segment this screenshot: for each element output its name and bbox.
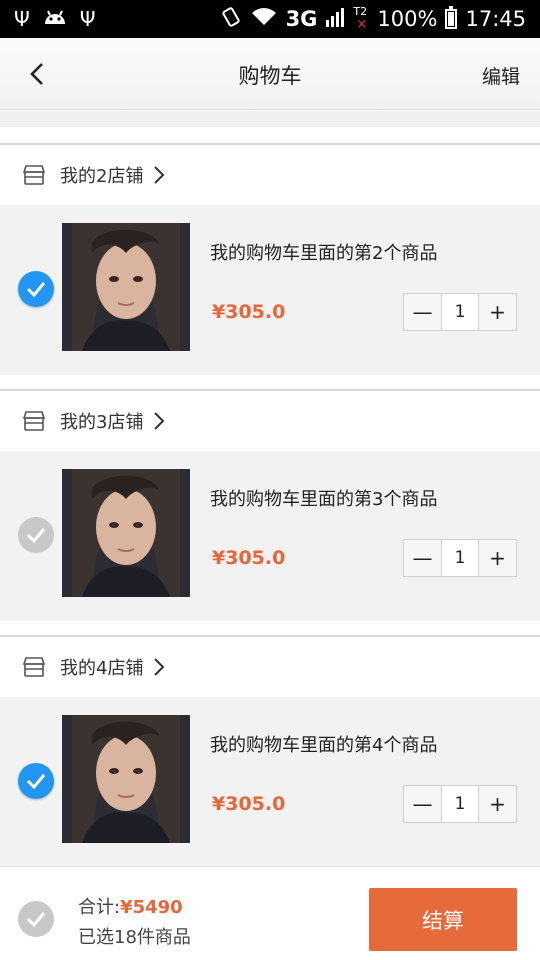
product-name[interactable]: 我的购物车里面的第3个商品 [210,485,437,511]
chevron-right-icon [154,166,165,184]
title-bar: 购物车 编辑 [0,38,540,110]
section-gap [0,127,540,143]
product-price: ¥305.0 [212,301,286,323]
quantity-stepper: — 1 + [403,539,517,577]
clock: 17:45 [465,7,526,31]
store-icon [22,411,46,431]
shop-name: 我的2店铺 [60,166,144,187]
item-checkbox[interactable] [18,763,54,799]
quantity-value[interactable]: 1 [441,786,479,822]
sim2-indicator: T2 × [353,5,368,32]
total-value: ¥5490 [120,897,183,918]
store-icon [22,165,46,185]
increase-button[interactable]: + [479,540,516,576]
quantity-value[interactable]: 1 [441,294,479,330]
total-line: 合计:¥5490 [78,893,183,919]
battery-percent: 100% [377,7,438,31]
decrease-button[interactable]: — [404,294,441,330]
checkout-bar: 合计:¥5490 已选18件商品 结算 [0,866,540,960]
section-gap [0,111,540,127]
network-type: 3G [285,7,318,31]
decrease-button[interactable]: — [404,540,441,576]
decrease-button[interactable]: — [404,786,441,822]
cart-item: 我的购物车里面的第3个商品 ¥305.0 — 1 + [0,451,540,621]
chevron-right-icon [154,658,165,676]
item-checkbox[interactable] [18,271,54,307]
checkmark-icon [26,912,46,927]
battery-icon [445,6,458,29]
shop-name: 我的4店铺 [60,658,144,679]
vibrate-icon [220,6,242,32]
usb-debug-icon: Ψ [79,7,96,31]
section-gap [0,375,540,389]
shop-header[interactable]: 我的2店铺 [0,145,540,205]
cart-item: 我的购物车里面的第4个商品 ¥305.0 — 1 + [0,697,540,867]
total-label: 合计: [78,897,121,918]
wifi-icon [250,7,278,31]
increase-button[interactable]: + [479,786,516,822]
store-icon [22,657,46,677]
chevron-right-icon [154,412,165,430]
signal-icon [325,6,345,32]
no-signal-icon: × [356,17,368,32]
product-name[interactable]: 我的购物车里面的第4个商品 [210,731,437,757]
shop-name: 我的3店铺 [60,412,144,433]
quantity-stepper: — 1 + [403,785,517,823]
page-title: 购物车 [238,64,302,88]
checkmark-icon [26,774,46,789]
product-price: ¥305.0 [212,547,286,569]
status-bar: Ψ Ψ 3G T2 × 100% 17:45 [0,0,540,38]
increase-button[interactable]: + [479,294,516,330]
checkmark-icon [26,528,46,543]
android-icon [42,8,68,30]
product-price: ¥305.0 [212,793,286,815]
checkout-button[interactable]: 结算 [369,888,517,951]
select-all-checkbox[interactable] [18,901,54,937]
edit-button[interactable]: 编辑 [482,62,520,89]
shop-header[interactable]: 我的3店铺 [0,391,540,451]
quantity-value[interactable]: 1 [441,540,479,576]
cart-item: 我的购物车里面的第2个商品 ¥305.0 — 1 + [0,205,540,375]
item-checkbox[interactable] [18,517,54,553]
quantity-stepper: — 1 + [403,293,517,331]
product-name[interactable]: 我的购物车里面的第2个商品 [210,239,437,265]
selected-count: 已选18件商品 [78,927,191,948]
product-image[interactable] [62,469,190,597]
product-image[interactable] [62,223,190,351]
product-image[interactable] [62,715,190,843]
checkmark-icon [26,282,46,297]
section-gap [0,621,540,635]
usb-icon: Ψ [14,7,30,31]
shop-header[interactable]: 我的4店铺 [0,637,540,697]
